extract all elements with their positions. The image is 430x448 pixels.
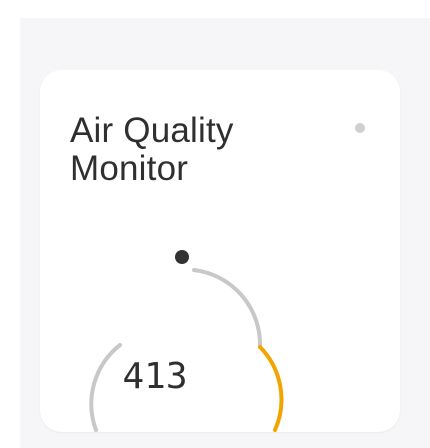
- left-edge: [0, 0, 20, 448]
- status-dot-icon: [355, 123, 365, 133]
- gauge-value: 413: [122, 356, 188, 397]
- top-edge: [0, 0, 430, 18]
- card-title: Air Quality Monitor: [70, 111, 234, 188]
